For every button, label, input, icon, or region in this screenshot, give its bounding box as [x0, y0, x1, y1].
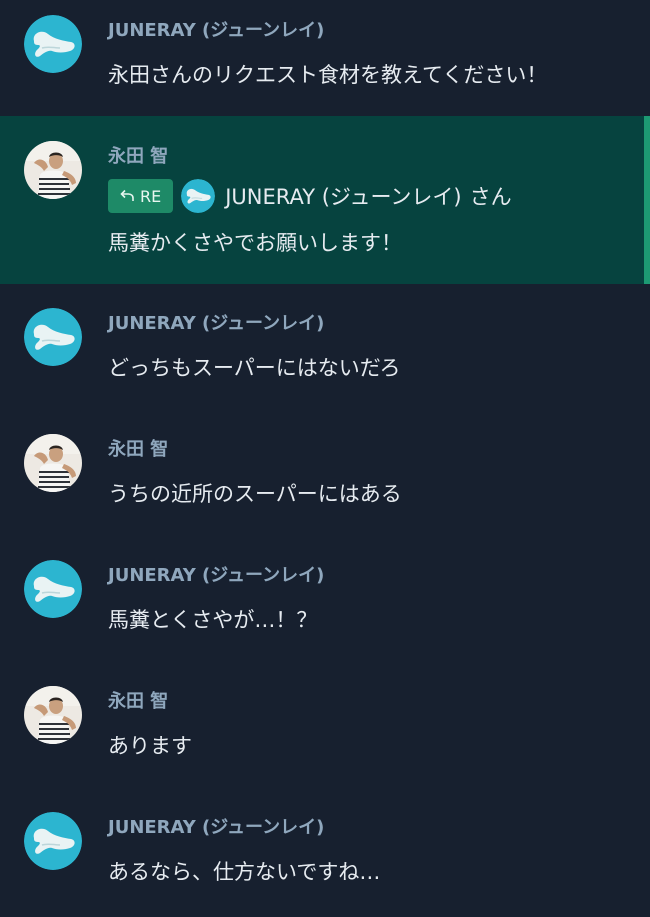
- sender-name[interactable]: JUNERAY (ジューンレイ): [108, 20, 324, 42]
- reply-badge[interactable]: RE: [108, 179, 174, 213]
- user-avatar[interactable]: [24, 686, 82, 744]
- sender-name[interactable]: 永田 智: [108, 691, 168, 713]
- reply-badge-label: RE: [140, 186, 162, 206]
- reply-honorific: さん: [469, 185, 512, 209]
- message-item[interactable]: 永田 智 あります: [0, 662, 650, 788]
- reply-reference[interactable]: RE JUNERAY (ジューンレイ) さん: [108, 178, 512, 214]
- message-item[interactable]: JUNERAY (ジューンレイ) 馬糞とくさやが…！？: [0, 536, 650, 662]
- message-text: どっちもスーパーにはないだろ: [108, 356, 401, 380]
- sender-name[interactable]: 永田 智: [108, 146, 168, 168]
- sender-name[interactable]: JUNERAY (ジューンレイ): [108, 817, 324, 839]
- sender-name[interactable]: JUNERAY (ジューンレイ): [108, 313, 324, 335]
- reply-target-name[interactable]: JUNERAY (ジューンレイ): [225, 181, 461, 211]
- sender-name[interactable]: JUNERAY (ジューンレイ): [108, 565, 324, 587]
- message-item[interactable]: JUNERAY (ジューンレイ) 永田さんのリクエスト食材を教えてください！: [0, 0, 650, 116]
- message-item[interactable]: JUNERAY (ジューンレイ) あるなら、仕方ないですね…: [0, 788, 650, 917]
- bot-logo-icon[interactable]: [24, 812, 82, 870]
- message-text: 馬糞とくさやが…！？: [108, 608, 318, 632]
- sender-name[interactable]: 永田 智: [108, 439, 168, 461]
- bot-logo-icon[interactable]: [24, 15, 82, 73]
- bot-logo-icon: [181, 179, 215, 213]
- message-text: あります: [108, 734, 192, 758]
- message-text: あるなら、仕方ないですね…: [108, 860, 381, 884]
- message-item[interactable]: 永田 智 うちの近所のスーパーにはある: [0, 410, 650, 536]
- bot-logo-icon[interactable]: [24, 560, 82, 618]
- user-avatar[interactable]: [24, 141, 82, 199]
- message-text: うちの近所のスーパーにはある: [108, 482, 402, 506]
- bot-logo-icon[interactable]: [24, 308, 82, 366]
- chat-message-list[interactable]: JUNERAY (ジューンレイ) 永田さんのリクエスト食材を教えてください！ 永…: [0, 0, 650, 917]
- message-text: 永田さんのリクエスト食材を教えてください！: [108, 63, 548, 87]
- reply-arrow-icon: [120, 189, 134, 203]
- message-text: 馬糞かくさやでお願いします！: [108, 231, 402, 255]
- message-item[interactable]: JUNERAY (ジューンレイ) どっちもスーパーにはないだろ: [0, 284, 650, 410]
- message-item-highlighted[interactable]: 永田 智 RE JUNERAY (ジューンレイ) さん 馬糞かくさやでお願いしま…: [0, 116, 650, 284]
- user-avatar[interactable]: [24, 434, 82, 492]
